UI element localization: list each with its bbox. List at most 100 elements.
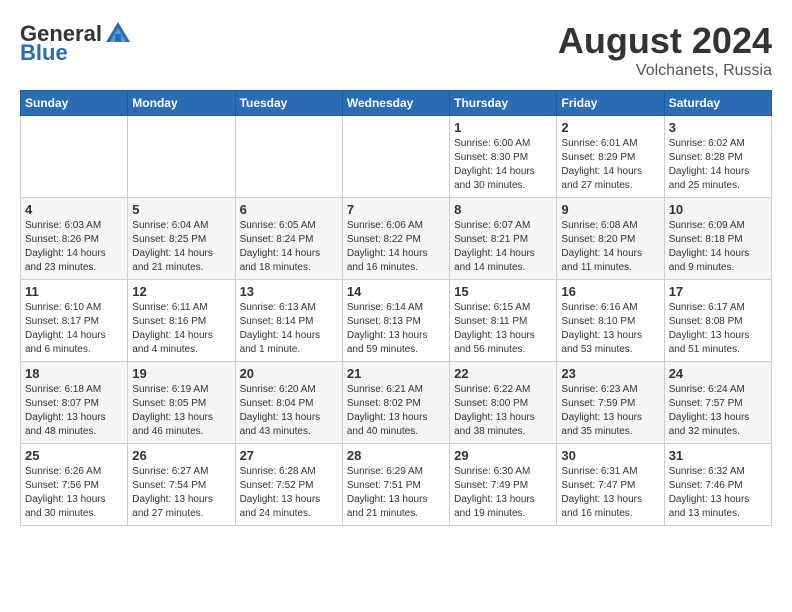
day-info: Sunrise: 6:05 AM Sunset: 8:24 PM Dayligh… (240, 219, 338, 275)
day-number: 23 (561, 366, 659, 381)
calendar-cell: 3 Sunrise: 6:02 AM Sunset: 8:28 PM Daylig… (664, 116, 771, 198)
calendar-cell: 1 Sunrise: 6:00 AM Sunset: 8:30 PM Daylig… (450, 116, 557, 198)
day-info: Sunrise: 6:03 AM Sunset: 8:26 PM Dayligh… (25, 219, 123, 275)
day-info: Sunrise: 6:32 AM Sunset: 7:46 PM Dayligh… (669, 465, 767, 521)
calendar-cell: 11Sunrise: 6:10 AM Sunset: 8:17 PM Dayli… (21, 280, 128, 362)
day-number: 19 (132, 366, 230, 381)
day-number: 8 (454, 202, 552, 217)
calendar-cell: 29 Sunrise: 6:30 AM Sunset: 7:49 PM Dayli… (450, 444, 557, 526)
calendar-cell: 16 Sunrise: 6:16 AM Sunset: 8:10 PM Dayli… (557, 280, 664, 362)
day-info: Sunrise: 6:00 AM Sunset: 8:30 PM Dayligh… (454, 137, 552, 193)
calendar-cell: 6 Sunrise: 6:05 AM Sunset: 8:24 PM Daylig… (235, 198, 342, 280)
day-info: Sunrise: 6:02 AM Sunset: 8:28 PM Dayligh… (669, 137, 767, 193)
day-number: 30 (561, 448, 659, 463)
logo-blue-text: Blue (20, 40, 68, 66)
calendar-cell (342, 116, 449, 198)
calendar-cell: 15Sunrise: 6:15 AM Sunset: 8:11 PM Dayli… (450, 280, 557, 362)
day-number: 16 (561, 284, 659, 299)
calendar-cell: 19 Sunrise: 6:19 AM Sunset: 8:05 PM Dayli… (128, 362, 235, 444)
day-info: Sunrise: 6:30 AM Sunset: 7:49 PM Dayligh… (454, 465, 552, 521)
calendar-cell: 22 Sunrise: 6:22 AM Sunset: 8:00 PM Dayli… (450, 362, 557, 444)
day-info: Sunrise: 6:23 AM Sunset: 7:59 PM Dayligh… (561, 383, 659, 439)
day-number: 25 (25, 448, 123, 463)
day-number: 6 (240, 202, 338, 217)
day-info: Sunrise: 6:06 AM Sunset: 8:22 PM Dayligh… (347, 219, 445, 275)
calendar-cell: 12Sunrise: 6:11 AM Sunset: 8:16 PM Dayli… (128, 280, 235, 362)
weekday-header: Monday (128, 91, 235, 116)
weekday-header: Wednesday (342, 91, 449, 116)
day-info: Sunrise: 6:27 AM Sunset: 7:54 PM Dayligh… (132, 465, 230, 521)
day-info: Sunrise: 6:08 AM Sunset: 8:20 PM Dayligh… (561, 219, 659, 275)
weekday-header: Saturday (664, 91, 771, 116)
day-info: Sunrise: 6:22 AM Sunset: 8:00 PM Dayligh… (454, 383, 552, 439)
day-info: Sunrise: 6:20 AM Sunset: 8:04 PM Dayligh… (240, 383, 338, 439)
day-number: 28 (347, 448, 445, 463)
calendar-cell: 18 Sunrise: 6:18 AM Sunset: 8:07 PM Dayli… (21, 362, 128, 444)
calendar-week-row: 25 Sunrise: 6:26 AM Sunset: 7:56 PM Dayli… (21, 444, 772, 526)
calendar-cell: 30 Sunrise: 6:31 AM Sunset: 7:47 PM Dayli… (557, 444, 664, 526)
day-number: 5 (132, 202, 230, 217)
calendar-cell (21, 116, 128, 198)
day-number: 24 (669, 366, 767, 381)
weekday-header: Thursday (450, 91, 557, 116)
calendar-cell: 27 Sunrise: 6:28 AM Sunset: 7:52 PM Dayli… (235, 444, 342, 526)
day-number: 27 (240, 448, 338, 463)
day-info: Sunrise: 6:11 AM Sunset: 8:16 PM Dayligh… (132, 301, 230, 357)
day-info: Sunrise: 6:21 AM Sunset: 8:02 PM Dayligh… (347, 383, 445, 439)
calendar-cell: 14 Sunrise: 6:14 AM Sunset: 8:13 PM Dayli… (342, 280, 449, 362)
weekday-header: Friday (557, 91, 664, 116)
day-info: Sunrise: 6:07 AM Sunset: 8:21 PM Dayligh… (454, 219, 552, 275)
day-info: Sunrise: 6:26 AM Sunset: 7:56 PM Dayligh… (25, 465, 123, 521)
day-number: 15 (454, 284, 552, 299)
calendar-table: SundayMondayTuesdayWednesdayThursdayFrid… (20, 90, 772, 526)
day-info: Sunrise: 6:14 AM Sunset: 8:13 PM Dayligh… (347, 301, 445, 357)
weekday-header: Tuesday (235, 91, 342, 116)
calendar-cell: 23 Sunrise: 6:23 AM Sunset: 7:59 PM Dayli… (557, 362, 664, 444)
day-number: 20 (240, 366, 338, 381)
calendar-cell: 25 Sunrise: 6:26 AM Sunset: 7:56 PM Dayli… (21, 444, 128, 526)
calendar-cell: 24Sunrise: 6:24 AM Sunset: 7:57 PM Dayli… (664, 362, 771, 444)
calendar-week-row: 1 Sunrise: 6:00 AM Sunset: 8:30 PM Daylig… (21, 116, 772, 198)
day-number: 18 (25, 366, 123, 381)
day-info: Sunrise: 6:13 AM Sunset: 8:14 PM Dayligh… (240, 301, 338, 357)
day-number: 14 (347, 284, 445, 299)
calendar-cell: 21Sunrise: 6:21 AM Sunset: 8:02 PM Dayli… (342, 362, 449, 444)
day-number: 4 (25, 202, 123, 217)
calendar-cell: 8 Sunrise: 6:07 AM Sunset: 8:21 PM Daylig… (450, 198, 557, 280)
calendar-cell: 10 Sunrise: 6:09 AM Sunset: 8:18 PM Dayli… (664, 198, 771, 280)
day-info: Sunrise: 6:29 AM Sunset: 7:51 PM Dayligh… (347, 465, 445, 521)
day-info: Sunrise: 6:19 AM Sunset: 8:05 PM Dayligh… (132, 383, 230, 439)
calendar-header-row: SundayMondayTuesdayWednesdayThursdayFrid… (21, 91, 772, 116)
calendar-cell: 26 Sunrise: 6:27 AM Sunset: 7:54 PM Dayli… (128, 444, 235, 526)
day-info: Sunrise: 6:28 AM Sunset: 7:52 PM Dayligh… (240, 465, 338, 521)
calendar-cell: 2 Sunrise: 6:01 AM Sunset: 8:29 PM Daylig… (557, 116, 664, 198)
logo: General Blue (20, 20, 132, 66)
day-info: Sunrise: 6:01 AM Sunset: 8:29 PM Dayligh… (561, 137, 659, 193)
day-number: 2 (561, 120, 659, 135)
logo-icon (104, 20, 132, 48)
day-number: 26 (132, 448, 230, 463)
day-number: 3 (669, 120, 767, 135)
day-number: 22 (454, 366, 552, 381)
calendar-cell: 17Sunrise: 6:17 AM Sunset: 8:08 PM Dayli… (664, 280, 771, 362)
calendar-week-row: 4 Sunrise: 6:03 AM Sunset: 8:26 PM Daylig… (21, 198, 772, 280)
day-info: Sunrise: 6:18 AM Sunset: 8:07 PM Dayligh… (25, 383, 123, 439)
day-number: 13 (240, 284, 338, 299)
calendar-cell: 9 Sunrise: 6:08 AM Sunset: 8:20 PM Daylig… (557, 198, 664, 280)
calendar-cell (235, 116, 342, 198)
day-info: Sunrise: 6:04 AM Sunset: 8:25 PM Dayligh… (132, 219, 230, 275)
day-number: 7 (347, 202, 445, 217)
location: Volchanets, Russia (558, 62, 772, 80)
day-info: Sunrise: 6:09 AM Sunset: 8:18 PM Dayligh… (669, 219, 767, 275)
weekday-header: Sunday (21, 91, 128, 116)
day-info: Sunrise: 6:31 AM Sunset: 7:47 PM Dayligh… (561, 465, 659, 521)
day-number: 10 (669, 202, 767, 217)
day-number: 1 (454, 120, 552, 135)
calendar-cell: 31Sunrise: 6:32 AM Sunset: 7:46 PM Dayli… (664, 444, 771, 526)
calendar-cell: 20 Sunrise: 6:20 AM Sunset: 8:04 PM Dayli… (235, 362, 342, 444)
day-number: 9 (561, 202, 659, 217)
day-info: Sunrise: 6:16 AM Sunset: 8:10 PM Dayligh… (561, 301, 659, 357)
day-number: 17 (669, 284, 767, 299)
title-section: August 2024 Volchanets, Russia (558, 20, 772, 80)
day-number: 29 (454, 448, 552, 463)
